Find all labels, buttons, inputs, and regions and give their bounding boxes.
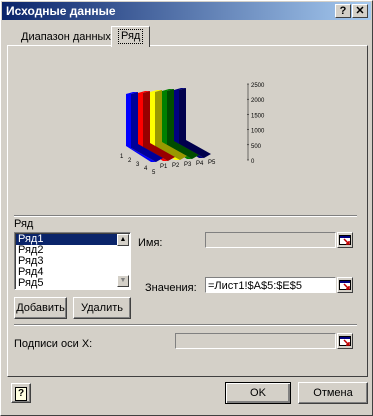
name-label: Имя:	[138, 237, 163, 249]
category-label: 1	[120, 154, 124, 160]
values-label: Значения:	[145, 282, 197, 294]
category-label: 2	[128, 158, 132, 164]
y-tick-label: 1500	[251, 113, 265, 119]
category-label: 3	[136, 162, 140, 168]
chart-preview: 2500 2000 1500 1000 500 0 P5 P4 P3 P2 P1 12345	[120, 83, 265, 176]
list-item[interactable]: Ряд5	[16, 278, 118, 289]
values-field[interactable]: =Лист1!$A$5:$E$5	[205, 277, 336, 293]
assistant-help-button[interactable]: ?	[11, 383, 31, 403]
tab-data-range[interactable]: Диапазон данных	[15, 28, 117, 46]
close-icon: ✕	[355, 5, 365, 17]
series-label: P2	[172, 163, 180, 169]
range-select-icon	[339, 280, 351, 290]
series-label: P1	[160, 164, 168, 170]
series-label: P5	[208, 160, 216, 166]
y-tick-label: 1000	[251, 129, 265, 135]
help-button[interactable]: ?	[335, 4, 351, 18]
x-labels-label: Подписи оси X:	[14, 338, 93, 350]
range-select-icon	[339, 336, 351, 346]
range-select-icon	[339, 235, 351, 245]
add-series-button[interactable]: Добавить	[14, 297, 67, 319]
tab-panel: 2500 2000 1500 1000 500 0 P5 P4 P3 P2 P1 1 2 3 4 5 Ряд …	[7, 45, 368, 377]
x-labels-ref-button[interactable]	[337, 333, 353, 349]
dialog-title: Исходные данные	[6, 4, 116, 18]
ok-button[interactable]: OK	[225, 382, 291, 404]
separator	[14, 324, 357, 326]
y-tick-label: 0	[251, 159, 255, 165]
close-button[interactable]: ✕	[352, 4, 368, 18]
category-label: 4	[144, 166, 148, 172]
category-label: 5	[152, 170, 156, 176]
name-ref-button[interactable]	[337, 232, 353, 248]
series-label: P3	[184, 162, 192, 168]
cancel-button[interactable]: Отмена	[298, 382, 368, 404]
tab-series[interactable]: Ряд	[111, 26, 151, 47]
help-icon: ?	[15, 387, 27, 401]
values-ref-button[interactable]	[337, 277, 353, 293]
dialog-window: Исходные данные ? ✕ Диапазон данных Ряд …	[0, 0, 373, 416]
x-labels-field[interactable]	[175, 333, 336, 349]
scroll-down-button[interactable]: ▼	[117, 275, 129, 287]
separator	[14, 215, 357, 217]
remove-series-button[interactable]: Удалить	[73, 297, 131, 319]
series-group-label: Ряд	[14, 218, 34, 230]
scroll-up-button[interactable]: ▲	[117, 234, 129, 246]
name-field[interactable]	[205, 232, 336, 248]
tab-series-label: Ряд	[118, 29, 144, 44]
y-tick-label: 2000	[251, 98, 265, 104]
series-label: P4	[196, 161, 204, 167]
title-bar[interactable]: Исходные данные ? ✕	[2, 2, 371, 20]
y-tick-label: 2500	[251, 83, 265, 89]
series-list[interactable]: Ряд1 Ряд2 Ряд3 Ряд4 Ряд5 ▲ ▼	[14, 232, 131, 290]
y-tick-label: 500	[251, 144, 262, 150]
